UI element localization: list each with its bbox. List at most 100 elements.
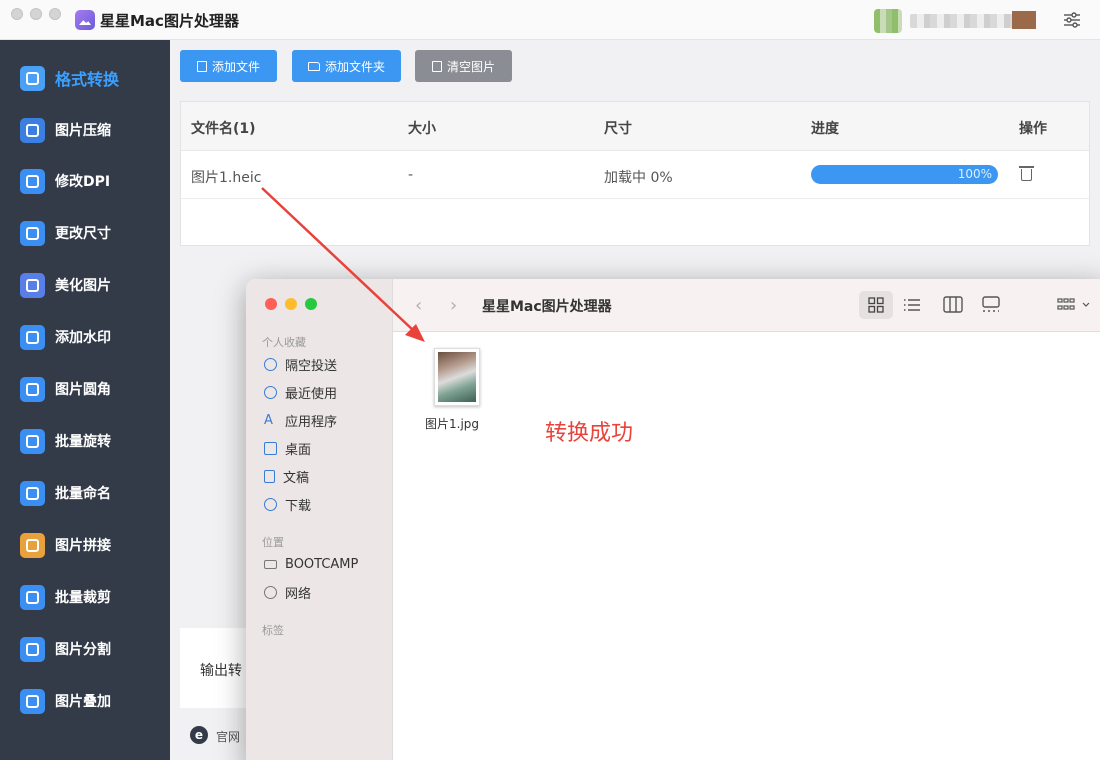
title-bar: 星星Mac图片处理器 xyxy=(0,0,1100,40)
sidebar-item-4[interactable]: 更改尺寸 xyxy=(0,207,170,259)
footer: e 官网 xyxy=(180,716,250,760)
tool-icon xyxy=(20,220,45,246)
column-actions: 操作 xyxy=(1019,121,1047,137)
sidebar-item-label: 更改尺寸 xyxy=(55,226,111,242)
app-title: 星星Mac图片处理器 xyxy=(100,12,239,30)
document-icon xyxy=(264,469,275,483)
column-progress: 进度 xyxy=(811,121,839,137)
progress-bar: 100% xyxy=(811,165,998,184)
applications-icon: A xyxy=(264,412,273,428)
sidebar-item-label: 图片叠加 xyxy=(55,694,111,710)
sidebar-item-applications[interactable]: A 应用程序 xyxy=(264,410,337,430)
tool-icon xyxy=(20,532,45,558)
finder-window: 个人收藏 隔空投送 最近使用 A 应用程序 桌面 文稿 下载 位置 BOOTCAM… xyxy=(246,279,1100,760)
trash-icon xyxy=(431,60,442,72)
sidebar-item-13[interactable]: 图片叠加 xyxy=(0,675,170,727)
progress-label: 100% xyxy=(957,167,992,181)
tool-icon xyxy=(20,272,45,298)
sidebar-item-airdrop[interactable]: 隔空投送 xyxy=(264,354,337,374)
sidebar-item-12[interactable]: 图片分割 xyxy=(0,623,170,675)
file-name-cell: 图片1.heic xyxy=(191,170,262,186)
sidebar-item-label: 批量旋转 xyxy=(55,434,111,450)
sidebar-item-network[interactable]: 网络 xyxy=(264,582,311,602)
minimize-button[interactable] xyxy=(30,8,42,20)
close-button[interactable] xyxy=(11,8,23,20)
maximize-button[interactable] xyxy=(49,8,61,20)
table-header: 文件名(1) 大小 尺寸 进度 操作 xyxy=(181,102,1089,151)
sidebar: 格式转换图片压缩修改DPI 更改尺寸美化图片添加水印图片圆角批量旋转批量命名 图片拼… xyxy=(0,40,170,760)
file-dimensions-cell: 加载中 0% xyxy=(604,170,673,186)
forward-chevron-icon[interactable]: › xyxy=(450,295,457,316)
user-profile[interactable] xyxy=(874,8,1040,34)
clear-images-button[interactable]: 清空图片 xyxy=(415,50,512,82)
finder-window-controls xyxy=(265,298,317,310)
sidebar-item-label: 格式转换 xyxy=(55,70,120,89)
tool-icon xyxy=(20,428,45,454)
sidebar-item-label: 图片圆角 xyxy=(55,382,111,398)
delete-row-icon[interactable] xyxy=(1019,166,1034,181)
sidebar-item-label: 图片分割 xyxy=(55,642,111,658)
sidebar-item-label: 应用程序 xyxy=(285,414,338,430)
tool-icon xyxy=(20,376,45,402)
sidebar-item-label: BOOTCAMP xyxy=(285,556,359,572)
group-by-icon[interactable] xyxy=(1057,297,1093,313)
sidebar-item-3[interactable]: 修改DPI xyxy=(0,155,170,207)
window-controls xyxy=(11,8,61,20)
sidebar-item-label: 网络 xyxy=(285,586,312,602)
finder-minimize-button[interactable] xyxy=(285,298,297,310)
sidebar-item-documents[interactable]: 文稿 xyxy=(264,466,309,486)
table-row[interactable]: 图片1.heic - 加载中 0% 100% xyxy=(181,151,1089,199)
sidebar-item-desktop[interactable]: 桌面 xyxy=(264,438,311,458)
sidebar-item-9[interactable]: 批量命名 xyxy=(0,467,170,519)
finder-toolbar: ‹ › 星星Mac图片处理器 xyxy=(393,279,1100,332)
tool-icon xyxy=(20,117,45,143)
sidebar-item-11[interactable]: 批量裁剪 xyxy=(0,571,170,623)
sidebar-item-downloads[interactable]: 下载 xyxy=(264,494,311,514)
sidebar-item-label: 桌面 xyxy=(285,442,312,458)
sidebar-item-6[interactable]: 添加水印 xyxy=(0,311,170,363)
finder-close-button[interactable] xyxy=(265,298,277,310)
tool-icon xyxy=(20,324,45,350)
output-settings-panel: 输出转 xyxy=(180,628,250,708)
sidebar-item-label: 文稿 xyxy=(283,470,310,486)
back-chevron-icon[interactable]: ‹ xyxy=(415,295,422,316)
image-thumbnail[interactable] xyxy=(434,348,480,406)
sidebar-item-7[interactable]: 图片圆角 xyxy=(0,363,170,415)
sidebar-item-8[interactable]: 批量旋转 xyxy=(0,415,170,467)
sidebar-item-label: 图片压缩 xyxy=(55,123,111,139)
sidebar-item-1[interactable]: 格式转换 xyxy=(0,52,170,104)
globe-icon xyxy=(264,585,277,599)
sidebar-item-bootcamp[interactable]: BOOTCAMP xyxy=(264,554,358,574)
section-locations: 位置 xyxy=(262,536,284,549)
section-favorites: 个人收藏 xyxy=(262,336,306,349)
website-link[interactable]: 官网 xyxy=(216,728,240,745)
sidebar-item-10[interactable]: 图片拼接 xyxy=(0,519,170,571)
folder-icon xyxy=(307,61,320,71)
sidebar-item-label: 美化图片 xyxy=(55,278,111,294)
sidebar-item-5[interactable]: 美化图片 xyxy=(0,259,170,311)
airdrop-icon xyxy=(264,357,277,371)
file-name-label[interactable]: 图片1.jpg xyxy=(425,415,479,432)
download-icon xyxy=(264,497,277,511)
tool-icon xyxy=(20,480,45,506)
drive-icon xyxy=(264,559,277,569)
settings-sliders-icon[interactable] xyxy=(1063,11,1081,29)
tool-icon xyxy=(20,168,45,194)
sidebar-item-recents[interactable]: 最近使用 xyxy=(264,382,337,402)
finder-zoom-button[interactable] xyxy=(305,298,317,310)
finder-content: 图片1.jpg xyxy=(393,332,1100,760)
add-folder-button[interactable]: 添加文件夹 xyxy=(292,50,401,82)
user-name-blurred xyxy=(910,11,1036,29)
tool-icon xyxy=(20,688,45,714)
list-view-icon[interactable] xyxy=(903,297,921,313)
file-table: 文件名(1) 大小 尺寸 进度 操作 图片1.heic - 加载中 0% 100… xyxy=(180,101,1090,246)
desktop-icon xyxy=(264,441,277,455)
column-size: 大小 xyxy=(408,121,436,137)
gallery-view-icon[interactable] xyxy=(981,296,1001,313)
sidebar-item-label: 修改DPI xyxy=(55,174,111,190)
file-icon xyxy=(196,60,207,72)
column-view-icon[interactable] xyxy=(943,296,963,313)
grid-view-icon xyxy=(868,297,884,313)
sidebar-item-2[interactable]: 图片压缩 xyxy=(0,104,170,156)
add-file-button[interactable]: 添加文件 xyxy=(180,50,277,82)
